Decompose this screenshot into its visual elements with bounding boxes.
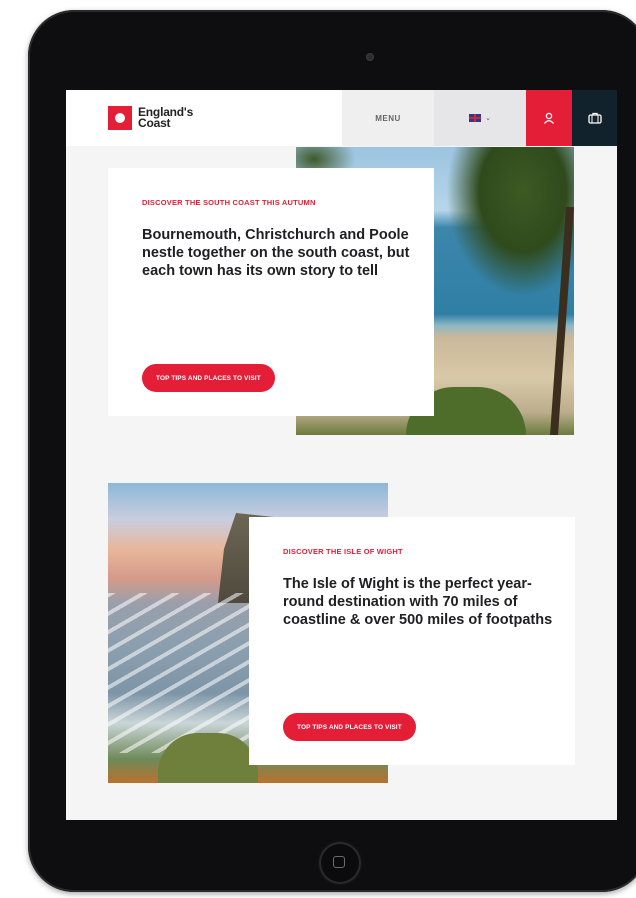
camera-icon [366,53,374,61]
home-button[interactable] [319,842,361,884]
card-heading: The Isle of Wight is the perfect year-ro… [283,576,553,628]
isle-of-wight-cta-button[interactable]: TOP TIPS AND PLACES TO VISIT [283,713,416,741]
south-coast-cta-button[interactable]: TOP TIPS AND PLACES TO VISIT [142,364,275,392]
account-button[interactable] [526,90,572,146]
site-logo[interactable]: England's Coast [108,104,193,132]
logo-text: England's Coast [138,106,193,130]
logo-line-2: Coast [138,116,171,130]
chevron-down-icon: ⌄ [485,115,491,122]
language-selector[interactable]: ⌄ [434,90,526,146]
logo-icon [108,106,132,130]
card-eyebrow: DISCOVER THE SOUTH COAST THIS AUTUMN [142,198,316,207]
screen: England's Coast MENU ⌄ DISCOVER THE SOUT… [66,90,617,820]
uk-flag-icon [469,114,482,122]
photo-waves [108,593,268,753]
site-header: England's Coast MENU ⌄ [66,90,617,146]
home-square-icon [333,856,345,868]
user-icon [543,112,555,124]
trip-planner-button[interactable] [572,90,617,146]
south-coast-card: DISCOVER THE SOUTH COAST THIS AUTUMN Bou… [108,168,434,416]
card-eyebrow: DISCOVER THE ISLE OF WIGHT [283,547,403,556]
card-heading: Bournemouth, Christchurch and Poole nest… [142,227,410,279]
photo-tree [446,147,574,297]
suitcase-icon [587,112,602,124]
isle-of-wight-card: DISCOVER THE ISLE OF WIGHT The Isle of W… [249,517,575,765]
menu-button[interactable]: MENU [342,90,434,146]
